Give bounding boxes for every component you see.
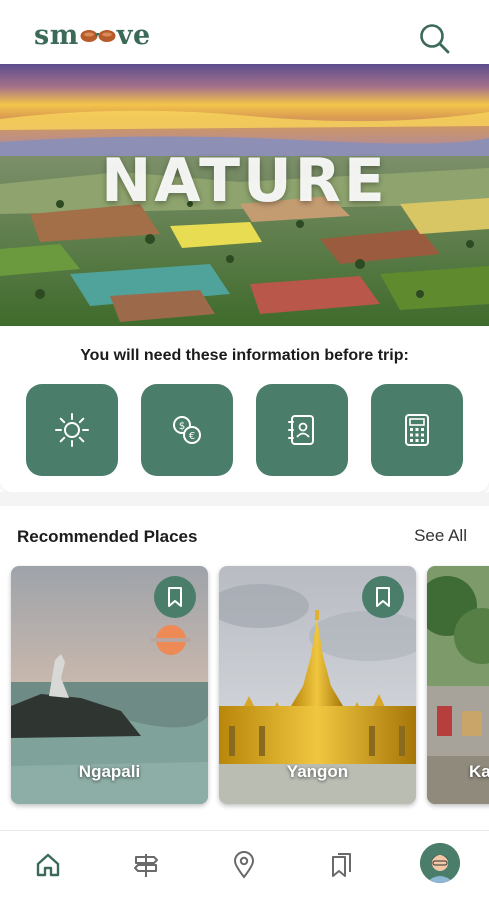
search-icon (420, 24, 450, 54)
hero-title: NATURE (101, 146, 388, 216)
place-card-ngapali[interactable]: Ngapali (11, 566, 208, 804)
search-button[interactable] (418, 22, 452, 56)
trip-info-title: You will need these information before t… (80, 347, 409, 364)
bookmark-icon (376, 587, 390, 607)
recommended-section: Recommended Places See All Ngapali Yango… (0, 506, 489, 824)
bottom-navigation (0, 830, 489, 900)
signpost-icon (134, 854, 158, 877)
recommended-title: Recommended Places (17, 527, 198, 546)
contacts-book-icon (288, 415, 314, 445)
weather-button[interactable] (26, 384, 118, 476)
currency-button[interactable]: $ € (141, 384, 233, 476)
nav-home[interactable] (28, 845, 68, 885)
section-separator (0, 492, 489, 506)
sun-icon (55, 413, 89, 447)
calculator-button[interactable] (371, 384, 463, 476)
logo-text-left: sm (34, 20, 79, 51)
nav-map[interactable] (224, 845, 264, 885)
nav-directions[interactable] (126, 845, 166, 885)
currency-exchange-icon: $ € (173, 416, 201, 444)
svg-text:$: $ (179, 421, 185, 432)
bookmark-button[interactable] (362, 576, 404, 618)
place-card-partial[interactable]: Ka (427, 566, 489, 804)
place-name: Ngapali (78, 762, 141, 781)
user-avatar-icon (420, 843, 460, 883)
bookmarks-icon (332, 853, 351, 877)
trip-info-card: You will need these information before t… (0, 326, 489, 492)
home-icon (36, 853, 60, 877)
place-card-yangon[interactable]: Yangon (219, 566, 416, 804)
logo-oo-graphic (79, 21, 117, 42)
contacts-button[interactable] (256, 384, 348, 476)
place-name: Ka (469, 762, 489, 781)
bookmark-button[interactable] (154, 576, 196, 618)
calculator-icon (405, 414, 429, 446)
nav-saved[interactable] (322, 845, 362, 885)
bookmark-icon (168, 587, 182, 607)
app-header: sm ve (0, 0, 489, 64)
svg-text:€: € (189, 431, 195, 442)
place-name: Yangon (286, 762, 349, 781)
see-all-link[interactable]: See All (414, 526, 467, 546)
app-logo[interactable]: sm ve (34, 20, 151, 51)
location-pin-icon (233, 851, 255, 879)
hero-banner[interactable]: NATURE (0, 64, 489, 326)
logo-text-right: ve (116, 20, 151, 51)
profile-avatar[interactable] (420, 843, 460, 883)
